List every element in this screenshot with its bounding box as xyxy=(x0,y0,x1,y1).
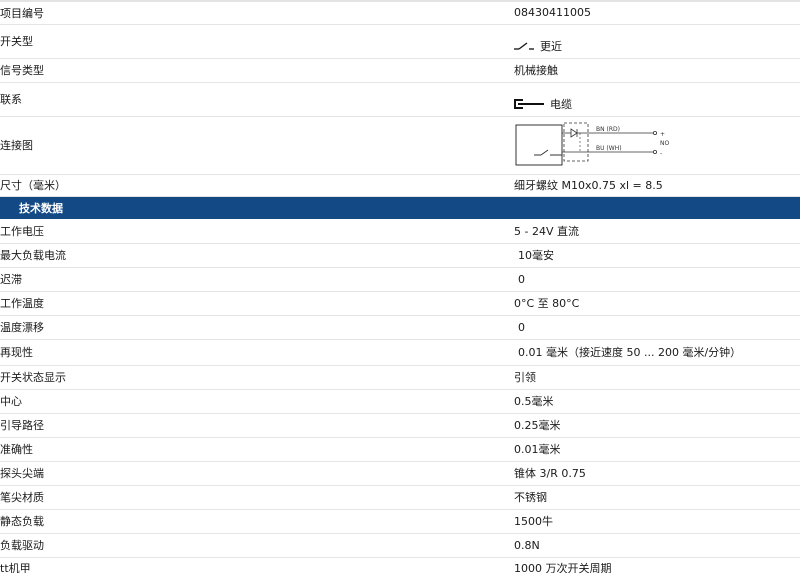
spec-table: 项目编号 08430411005 开关型 更近 信号类型 机械接触 联系 电缆 … xyxy=(0,2,800,573)
row-value: 5 - 24V 直流 xyxy=(514,219,800,244)
table-row: 工作温度 0°C 至 80°C xyxy=(0,291,800,316)
row-label: 探头尖端 xyxy=(0,461,514,486)
row-value: 1000 万次开关周期 xyxy=(514,561,612,573)
section-header: 技术数据 xyxy=(0,196,800,219)
row-label: 项目编号 xyxy=(0,2,514,25)
row-label: 负载驱动 xyxy=(0,533,514,558)
table-row: 开关型 更近 xyxy=(0,24,800,59)
row-label: 联系 xyxy=(0,82,514,117)
cable-connector-icon xyxy=(514,99,544,109)
row-value: 0.25毫米 xyxy=(514,413,800,438)
row-value: 08430411005 xyxy=(514,2,800,25)
row-value: 机械接触 xyxy=(514,58,800,83)
row-value: 0°C 至 80°C xyxy=(514,291,800,316)
table-row: 温度漂移 0 xyxy=(0,315,800,340)
wire-label-bu: BU (WH) xyxy=(596,145,622,152)
row-label: 中心 xyxy=(0,389,514,414)
table-row: 连接图 BN (RD) BU (WH) + - NO xyxy=(0,116,800,175)
row-label: 最大负载电流 xyxy=(0,243,514,268)
row-label: 迟滞 xyxy=(0,267,514,292)
row-value: 1500牛 xyxy=(514,509,800,534)
table-row: 笔尖材质 不锈钢 xyxy=(0,485,800,510)
row-value: 电缆 xyxy=(550,98,572,111)
row-value: 0 xyxy=(518,320,525,334)
row-value: 10毫安 xyxy=(518,249,554,262)
row-value: 锥体 3/R 0.75 xyxy=(514,461,800,486)
row-label: 准确性 xyxy=(0,437,514,462)
table-row: 中心 0.5毫米 xyxy=(0,389,800,414)
wiring-diagram: BN (RD) BU (WH) + - NO xyxy=(515,122,669,166)
table-row: 开关状态显示 引领 xyxy=(0,365,800,390)
row-value: 0.01毫米 xyxy=(514,437,800,462)
row-label: 开关状态显示 xyxy=(0,365,514,390)
switch-symbol-icon xyxy=(514,42,534,50)
row-label: 静态负载 xyxy=(0,509,514,534)
table-row: 探头尖端 锥体 3/R 0.75 xyxy=(0,461,800,486)
terminal-plus: + xyxy=(660,131,665,138)
table-row: tt机甲 1000 万次开关周期 xyxy=(0,557,800,573)
table-row: 信号类型 机械接触 xyxy=(0,58,800,83)
table-row: 迟滞 0 xyxy=(0,267,800,292)
table-row: 再现性 0.01 毫米（接近速度 50 ... 200 毫米/分钟） xyxy=(0,339,800,366)
contact-type-label: NO xyxy=(660,140,669,147)
table-row: 准确性 0.01毫米 xyxy=(0,437,800,462)
table-row: 尺寸（毫米） 细牙螺纹 M10x0.75 xl = 8.5 xyxy=(0,174,800,197)
row-value: 0.5毫米 xyxy=(514,389,800,414)
row-value: 细牙螺纹 M10x0.75 xl = 8.5 xyxy=(514,174,800,197)
row-label: tt机甲 xyxy=(0,561,31,573)
row-value: 引领 xyxy=(514,365,800,390)
row-value: 0.01 毫米（接近速度 50 ... 200 毫米/分钟） xyxy=(518,346,742,359)
row-label: 信号类型 xyxy=(0,58,514,83)
table-row: 引导路径 0.25毫米 xyxy=(0,413,800,438)
table-row: 工作电压 5 - 24V 直流 xyxy=(0,219,800,244)
row-label: 引导路径 xyxy=(0,413,514,438)
terminal-minus: - xyxy=(660,150,662,157)
row-label: 工作温度 xyxy=(0,291,514,316)
table-row: 联系 电缆 xyxy=(0,82,800,117)
section-title: 技术数据 xyxy=(0,196,800,219)
table-row: 静态负载 1500牛 xyxy=(0,509,800,534)
wire-label-bn: BN (RD) xyxy=(596,126,620,133)
row-label: 温度漂移 xyxy=(0,315,514,340)
row-label: 连接图 xyxy=(0,116,514,175)
row-label: 笔尖材质 xyxy=(0,485,514,510)
row-value: 0 xyxy=(518,272,525,286)
row-label: 工作电压 xyxy=(0,219,514,244)
row-value: 0.8N xyxy=(514,533,800,558)
table-row: 最大负载电流 10毫安 xyxy=(0,243,800,268)
row-value: 更近 xyxy=(540,40,562,53)
row-label: 再现性 xyxy=(0,339,514,366)
row-label: 开关型 xyxy=(0,24,514,59)
row-value: 不锈钢 xyxy=(514,485,800,510)
table-row: 负载驱动 0.8N xyxy=(0,533,800,558)
table-row: 项目编号 08430411005 xyxy=(0,2,800,25)
row-label: 尺寸（毫米） xyxy=(0,174,514,197)
